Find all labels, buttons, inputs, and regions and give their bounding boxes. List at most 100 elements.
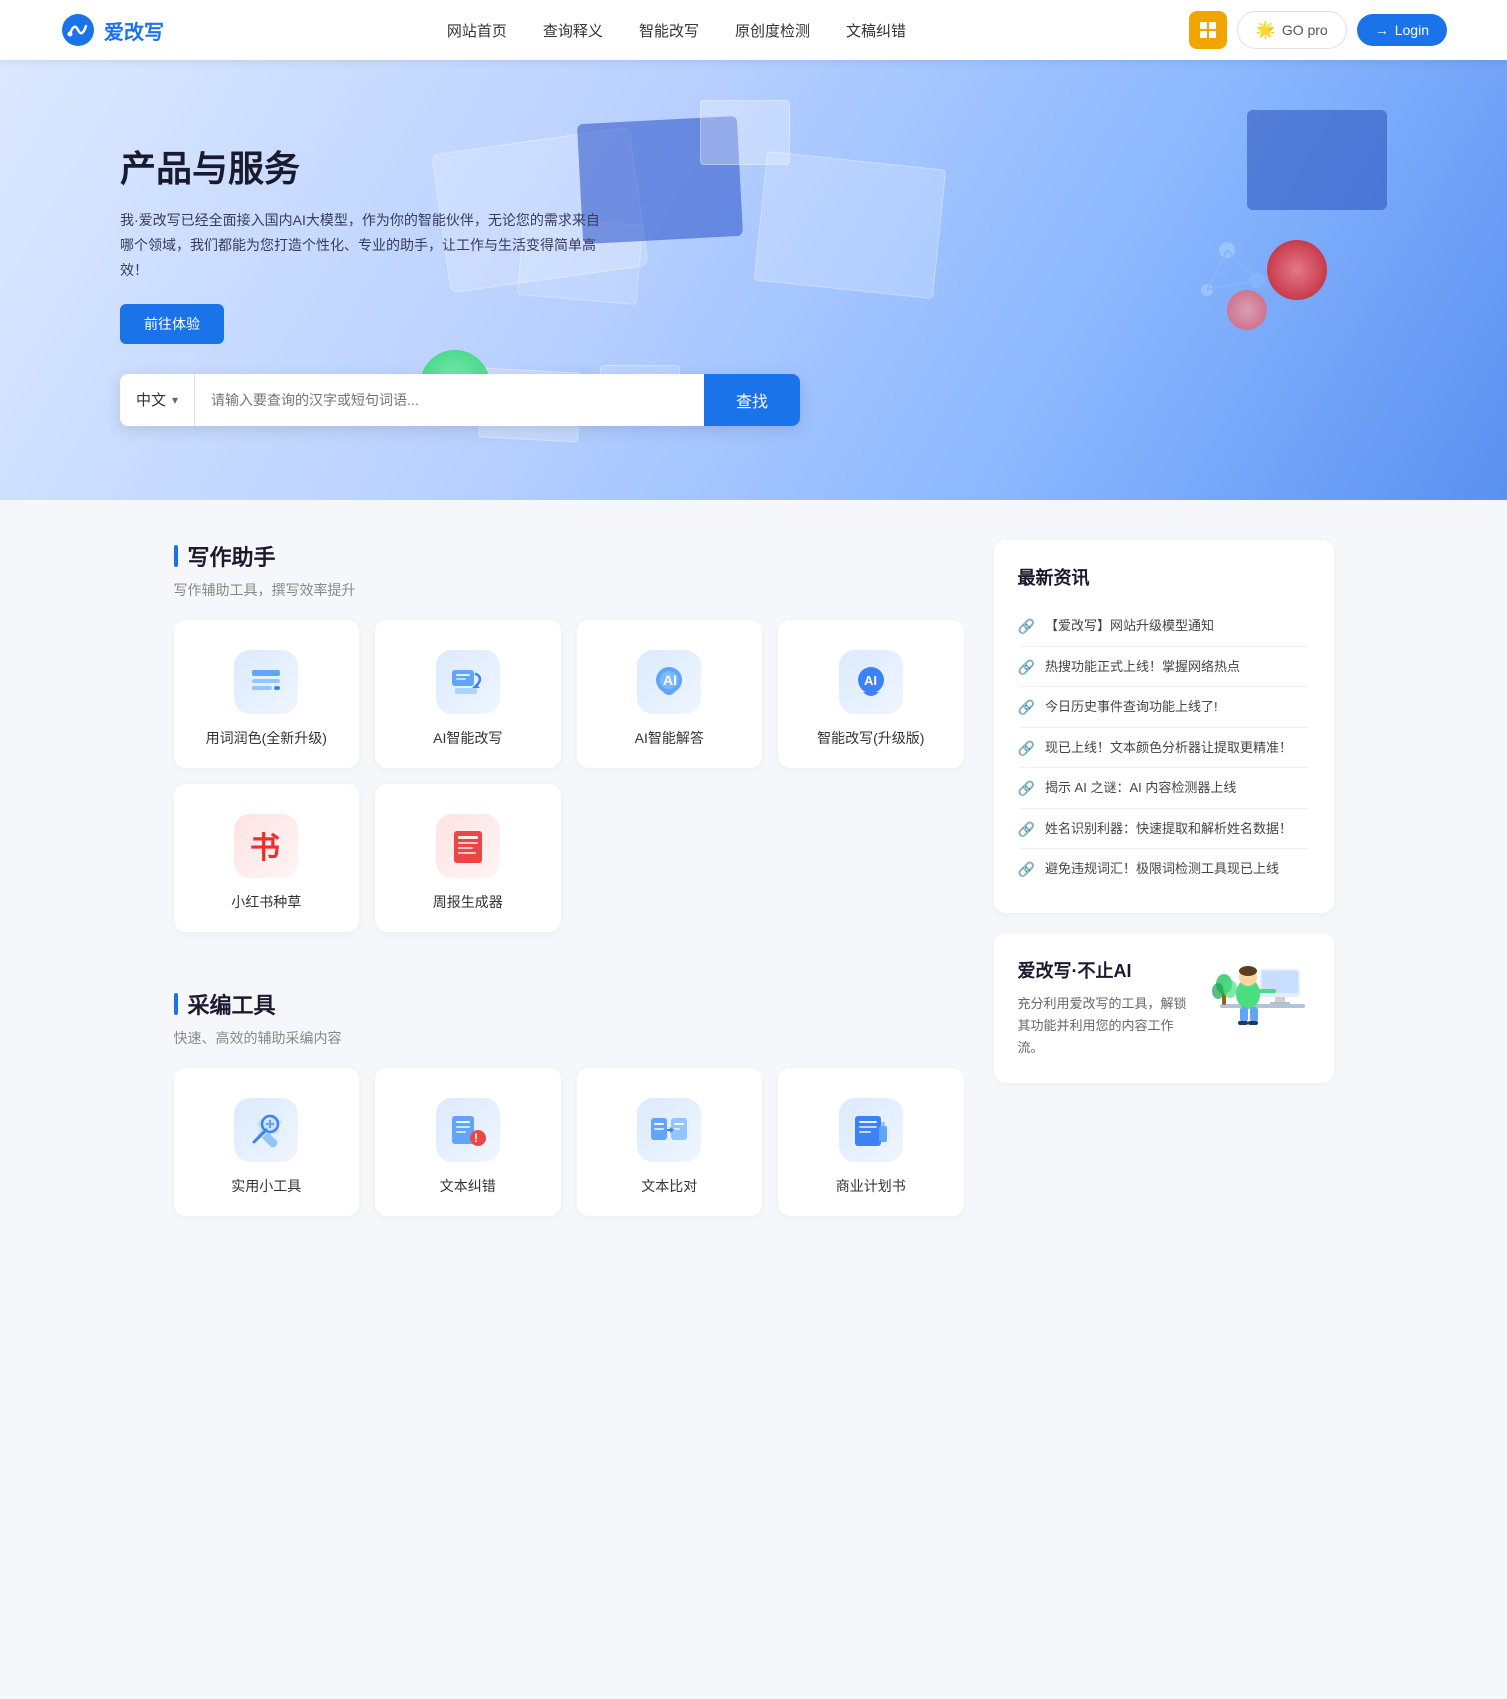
text-compare-icon bbox=[649, 1110, 689, 1150]
tool-xiaohongshu[interactable]: 书 小红书种草 bbox=[174, 784, 360, 932]
word-color-icon bbox=[246, 662, 286, 702]
hero-banner: 产品与服务 我·爱改写已经全面接入国内AI大模型，作为你的智能伙伴，无论您的需求… bbox=[0, 60, 1507, 500]
hero-content: 产品与服务 我·爱改写已经全面接入国内AI大模型，作为你的智能伙伴，无论您的需求… bbox=[0, 60, 1507, 374]
search-input[interactable] bbox=[195, 374, 704, 426]
link-icon-2: 🔗 bbox=[1018, 699, 1035, 716]
person-at-desk-svg bbox=[1210, 949, 1310, 1059]
promo-content: 爱改写·不止AI 充分利用爱改写的工具，解锁其功能并利用您的内容工作流。 bbox=[1018, 957, 1194, 1059]
tool-icon-xiaohongshu: 书 bbox=[234, 814, 298, 878]
tool-label-smart-rewrite: 智能改写(升级版) bbox=[817, 728, 924, 748]
link-icon-6: 🔗 bbox=[1018, 861, 1035, 878]
hero-desc: 我·爱改写已经全面接入国内AI大模型，作为你的智能伙伴，无论您的需求来自哪个领域… bbox=[120, 208, 600, 284]
go-pro-label: GO pro bbox=[1282, 22, 1328, 38]
tool-label-practical: 实用小工具 bbox=[231, 1176, 301, 1196]
tool-text-proofread[interactable]: ! 文本纠错 bbox=[375, 1068, 561, 1216]
promo-card: 爱改写·不止AI 充分利用爱改写的工具，解锁其功能并利用您的内容工作流。 bbox=[994, 933, 1334, 1083]
nav-rewrite[interactable]: 智能改写 bbox=[639, 20, 699, 41]
search-bar: 中文 查找 bbox=[120, 374, 800, 426]
news-item-4[interactable]: 🔗 揭示 AI 之谜：AI 内容检测器上线 bbox=[1018, 768, 1310, 809]
footer-space bbox=[0, 1272, 1507, 1312]
language-label: 中文 bbox=[136, 389, 166, 410]
caibian-section-title: 采编工具 bbox=[174, 988, 964, 1020]
news-item-3[interactable]: 🔗 现已上线！文本颜色分析器让提取更精准！ bbox=[1018, 728, 1310, 769]
tool-label-weekly-report: 周报生成器 bbox=[433, 892, 503, 912]
language-selector[interactable]: 中文 bbox=[120, 374, 195, 426]
tool-smart-rewrite[interactable]: AI 智能改写(升级版) bbox=[778, 620, 964, 768]
news-text-3: 现已上线！文本颜色分析器让提取更精准！ bbox=[1045, 738, 1292, 758]
tool-ai-qa[interactable]: AI AI智能解答 bbox=[577, 620, 763, 768]
go-pro-button[interactable]: 🌟 GO pro bbox=[1237, 11, 1347, 49]
login-label: Login bbox=[1395, 22, 1429, 38]
tool-label-text-proofread: 文本纠错 bbox=[440, 1176, 496, 1196]
right-sidebar: 最新资讯 🔗 【爱改写】网站升级模型通知 🔗 热搜功能正式上线！掌握网络热点 🔗… bbox=[994, 540, 1334, 1232]
writing-section-desc: 写作辅助工具，撰写效率提升 bbox=[174, 580, 964, 600]
logo[interactable]: 爱改写 bbox=[60, 12, 164, 48]
main-content: 写作助手 写作辅助工具，撰写效率提升 用词润色(全新升级) bbox=[154, 500, 1354, 1272]
news-item-0[interactable]: 🔗 【爱改写】网站升级模型通知 bbox=[1018, 606, 1310, 647]
tool-icon-practical bbox=[234, 1098, 298, 1162]
tool-icon-text-proofread: ! bbox=[436, 1098, 500, 1162]
tool-business-plan[interactable]: 商业计划书 bbox=[778, 1068, 964, 1216]
caibian-title-text: 采编工具 bbox=[188, 988, 276, 1020]
news-text-5: 姓名识别利器：快速提取和解析姓名数据！ bbox=[1045, 819, 1292, 839]
news-card: 最新资讯 🔗 【爱改写】网站升级模型通知 🔗 热搜功能正式上线！掌握网络热点 🔗… bbox=[994, 540, 1334, 913]
promo-title: 爱改写·不止AI bbox=[1018, 957, 1194, 983]
writing-tools-row2: 书 小红书种草 bbox=[174, 784, 964, 932]
tool-text-compare[interactable]: 文本比对 bbox=[577, 1068, 763, 1216]
smart-rewrite-icon: AI bbox=[851, 662, 891, 702]
tool-icon-word-color bbox=[234, 650, 298, 714]
caibian-section: 采编工具 快速、高效的辅助采编内容 bbox=[174, 988, 964, 1232]
tool-icon-ai-qa: AI bbox=[637, 650, 701, 714]
link-icon-4: 🔗 bbox=[1018, 780, 1035, 797]
tool-icon-ai-rewrite bbox=[436, 650, 500, 714]
tool-label-ai-rewrite: AI智能改写 bbox=[433, 728, 502, 748]
header-buttons: 🌟 GO pro → Login bbox=[1189, 11, 1447, 49]
tool-weekly-report[interactable]: 周报生成器 bbox=[375, 784, 561, 932]
logo-text: 爱改写 bbox=[104, 16, 164, 45]
chevron-down-icon bbox=[172, 391, 178, 408]
svg-text:AI: AI bbox=[663, 672, 677, 688]
nav-original[interactable]: 原创度检测 bbox=[735, 20, 810, 41]
search-button[interactable]: 查找 bbox=[704, 374, 800, 426]
writing-tools-row1: 用词润色(全新升级) AI智能改写 bbox=[174, 620, 964, 768]
left-column: 写作助手 写作辅助工具，撰写效率提升 用词润色(全新升级) bbox=[174, 540, 964, 1232]
tool-label-text-compare: 文本比对 bbox=[641, 1176, 697, 1196]
promo-illustration bbox=[1210, 959, 1310, 1059]
login-button[interactable]: → Login bbox=[1357, 14, 1447, 46]
svg-text:!: ! bbox=[474, 1131, 478, 1145]
svg-text:AI: AI bbox=[864, 673, 877, 688]
experience-button[interactable]: 前往体验 bbox=[120, 304, 224, 344]
news-item-1[interactable]: 🔗 热搜功能正式上线！掌握网络热点 bbox=[1018, 647, 1310, 688]
ai-qa-icon: AI bbox=[649, 662, 689, 702]
tool-icon-business-plan bbox=[839, 1098, 903, 1162]
grid-button[interactable] bbox=[1189, 11, 1227, 49]
tool-word-color[interactable]: 用词润色(全新升级) bbox=[174, 620, 360, 768]
link-icon-3: 🔗 bbox=[1018, 740, 1035, 757]
tool-label-word-color: 用词润色(全新升级) bbox=[206, 728, 327, 748]
go-icon: 🌟 bbox=[1256, 20, 1276, 40]
header: 爱改写 网站首页 查询释义 智能改写 原创度检测 文稿纠错 🌟 GO pro →… bbox=[0, 0, 1507, 60]
tool-label-business-plan: 商业计划书 bbox=[836, 1176, 906, 1196]
news-text-6: 避免违规词汇！极限词检测工具现已上线 bbox=[1045, 859, 1279, 879]
nav-home[interactable]: 网站首页 bbox=[447, 20, 507, 41]
news-item-6[interactable]: 🔗 避免违规词汇！极限词检测工具现已上线 bbox=[1018, 849, 1310, 889]
tool-label-ai-qa: AI智能解答 bbox=[635, 728, 704, 748]
main-nav: 网站首页 查询释义 智能改写 原创度检测 文稿纠错 bbox=[447, 20, 906, 41]
link-icon-0: 🔗 bbox=[1018, 618, 1035, 635]
tool-label-xiaohongshu: 小红书种草 bbox=[231, 892, 301, 912]
link-icon-1: 🔗 bbox=[1018, 659, 1035, 676]
news-card-title: 最新资讯 bbox=[1018, 564, 1310, 590]
news-item-5[interactable]: 🔗 姓名识别利器：快速提取和解析姓名数据！ bbox=[1018, 809, 1310, 850]
xiaohongshu-icon: 书 bbox=[246, 826, 286, 866]
tool-ai-rewrite[interactable]: AI智能改写 bbox=[375, 620, 561, 768]
tool-practical[interactable]: 实用小工具 bbox=[174, 1068, 360, 1216]
caibian-section-desc: 快速、高效的辅助采编内容 bbox=[174, 1028, 964, 1048]
nav-dict[interactable]: 查询释义 bbox=[543, 20, 603, 41]
news-text-1: 热搜功能正式上线！掌握网络热点 bbox=[1045, 657, 1240, 677]
nav-proofread[interactable]: 文稿纠错 bbox=[846, 20, 906, 41]
hero-title: 产品与服务 bbox=[120, 140, 1507, 192]
promo-desc: 充分利用爱改写的工具，解锁其功能并利用您的内容工作流。 bbox=[1018, 993, 1194, 1059]
news-item-2[interactable]: 🔗 今日历史事件查询功能上线了! bbox=[1018, 687, 1310, 728]
grid-icon bbox=[1198, 20, 1218, 40]
title-bar bbox=[174, 545, 178, 567]
